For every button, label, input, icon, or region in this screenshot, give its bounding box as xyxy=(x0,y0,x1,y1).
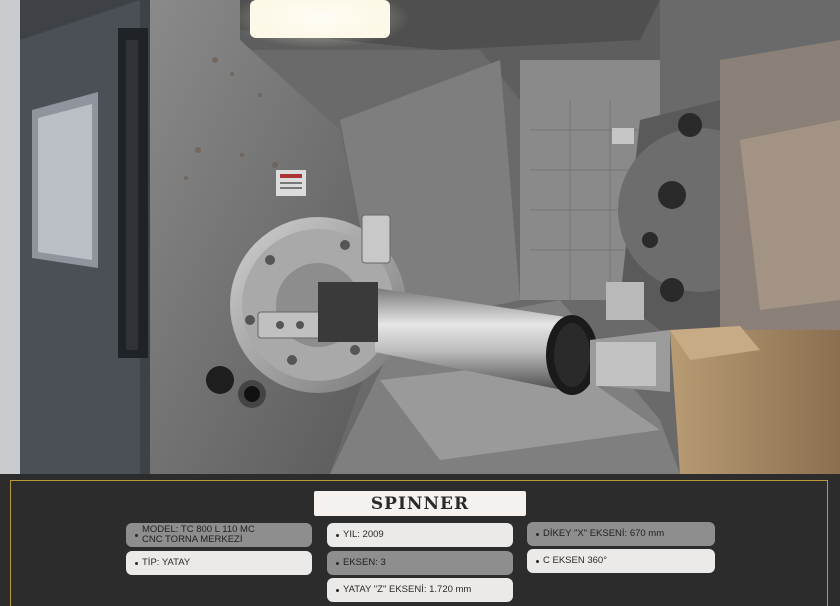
spec-eksen: EKSEN: 3 xyxy=(327,551,513,575)
brand-title: SPINNER xyxy=(314,491,526,516)
spec-dikey-x: DİKEY "X" EKSENİ: 670 mm xyxy=(527,522,715,546)
spec-yatay-z-text: YATAY "Z" EKSENİ: 1.720 mm xyxy=(343,584,472,596)
spec-yil: YIL: 2009 xyxy=(327,523,513,547)
spec-tip: TİP: YATAY xyxy=(126,551,312,575)
spec-yil-text: YIL: 2009 xyxy=(343,529,384,541)
bullet-icon xyxy=(135,533,138,537)
bullet-icon xyxy=(135,561,138,565)
spec-model-line2: CNC TORNA MERKEZİ xyxy=(142,534,243,545)
spec-eksen-text: EKSEN: 3 xyxy=(343,557,386,569)
bullet-icon xyxy=(536,532,539,536)
spec-model: MODEL: TC 800 L 110 MC CNC TORNA MERKEZİ xyxy=(126,523,312,547)
spec-yatay-z: YATAY "Z" EKSENİ: 1.720 mm xyxy=(327,578,513,602)
bullet-icon xyxy=(536,559,539,563)
bullet-icon xyxy=(336,533,339,537)
spec-c-eksen-text: C EKSEN 360° xyxy=(543,555,607,567)
spec-dikey-x-text: DİKEY "X" EKSENİ: 670 mm xyxy=(543,528,665,540)
bullet-icon xyxy=(336,561,339,565)
spec-c-eksen: C EKSEN 360° xyxy=(527,549,715,573)
spec-tip-text: TİP: YATAY xyxy=(142,557,191,569)
machine-photo xyxy=(0,0,840,474)
cnc-lathe-illustration xyxy=(0,0,840,474)
spec-panel: SPINNER MODEL: TC 800 L 110 MC CNC TORNA… xyxy=(0,474,840,606)
bullet-icon xyxy=(336,588,339,592)
